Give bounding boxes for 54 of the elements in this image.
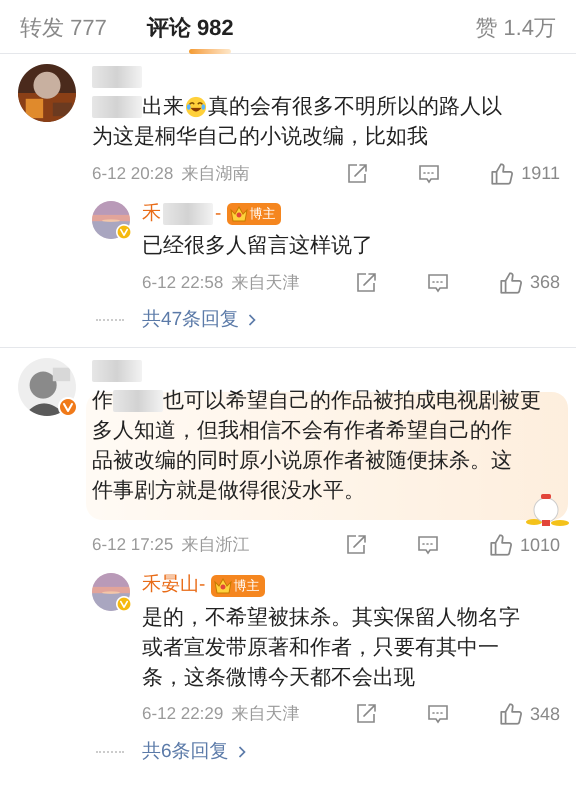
like-button[interactable]: 368 xyxy=(498,269,560,296)
dotted-line xyxy=(96,319,124,322)
comment-text: 多人知道，但我相信不会有作者希望自己的作 xyxy=(92,418,512,444)
laughing-emoji-icon xyxy=(185,96,207,118)
chevron-right-icon[interactable] xyxy=(247,313,258,328)
comment-icon[interactable] xyxy=(426,702,450,726)
chevron-right-icon[interactable] xyxy=(236,744,247,759)
location-text: 来自湖南 xyxy=(181,162,250,185)
username: - xyxy=(215,202,222,226)
location-text: 来自天津 xyxy=(231,272,300,294)
comment-text: 品被改编的同时原小说原作者被随便抹杀。这 xyxy=(92,448,512,474)
blogger-badge: 博主 xyxy=(227,203,282,225)
blurred-text xyxy=(92,360,142,382)
location-text: 来自天津 xyxy=(231,703,300,726)
tab[interactable]: 赞 1.4万 xyxy=(475,4,556,50)
comment-text: 作 xyxy=(92,388,113,414)
tab-indicator xyxy=(188,49,231,54)
blurred-text xyxy=(163,203,213,225)
crown-icon xyxy=(213,576,234,596)
like-button[interactable]: 1911 xyxy=(489,160,560,187)
comment-text: 出来 xyxy=(142,94,184,120)
thumbs-up-icon xyxy=(498,270,524,296)
thumbs-up-icon xyxy=(498,701,524,727)
timestamp: 6-12 22:58 xyxy=(142,272,224,294)
timestamp: 6-12 17:25 xyxy=(92,534,174,556)
dotted-line xyxy=(96,750,124,753)
like-button[interactable]: 1010 xyxy=(488,532,560,558)
blurred-text xyxy=(113,390,163,412)
crown-icon xyxy=(229,204,250,224)
timestamp: 6-12 20:28 xyxy=(92,162,174,185)
tab[interactable]: 转发 777 xyxy=(20,4,107,50)
blogger-badge: 博主 xyxy=(211,574,266,596)
more-replies-link[interactable]: 共47条回复 xyxy=(142,306,240,334)
comment-text: 真的会有很多不明所以的路人以 xyxy=(208,94,502,120)
username: 禾 xyxy=(142,202,161,226)
username: 禾晏山- xyxy=(142,573,206,598)
comment-icon[interactable] xyxy=(416,533,440,557)
share-icon[interactable] xyxy=(345,162,370,186)
timestamp: 6-12 22:29 xyxy=(142,703,224,726)
blurred-text xyxy=(92,96,142,118)
reply-text: 是的，不希望被抹杀。其实保留人物名字 xyxy=(142,604,520,631)
like-button[interactable]: 348 xyxy=(498,700,560,728)
blurred-text xyxy=(92,66,142,88)
reply-text: 或者宣发带原著和作者，只要有其中一 xyxy=(142,634,499,661)
comment-text: 为这是桐华自己的小说改编，比如我 xyxy=(92,124,428,150)
location-text: 来自浙江 xyxy=(181,534,250,556)
comment-text: 件事剧方就是做得很没水平。 xyxy=(92,478,365,504)
thumbs-up-icon xyxy=(489,160,516,186)
reply-text: 条，这条微博今天都不会出现 xyxy=(142,664,415,691)
reply-text: 已经很多人留言这样说了 xyxy=(142,233,373,260)
comment-text: 也可以希望自己的作品被拍成电视剧被更 xyxy=(163,388,541,414)
tab[interactable]: 评论 982 xyxy=(146,4,234,50)
thumbs-up-icon xyxy=(488,532,514,558)
more-replies-link[interactable]: 共6条回复 xyxy=(142,738,229,766)
